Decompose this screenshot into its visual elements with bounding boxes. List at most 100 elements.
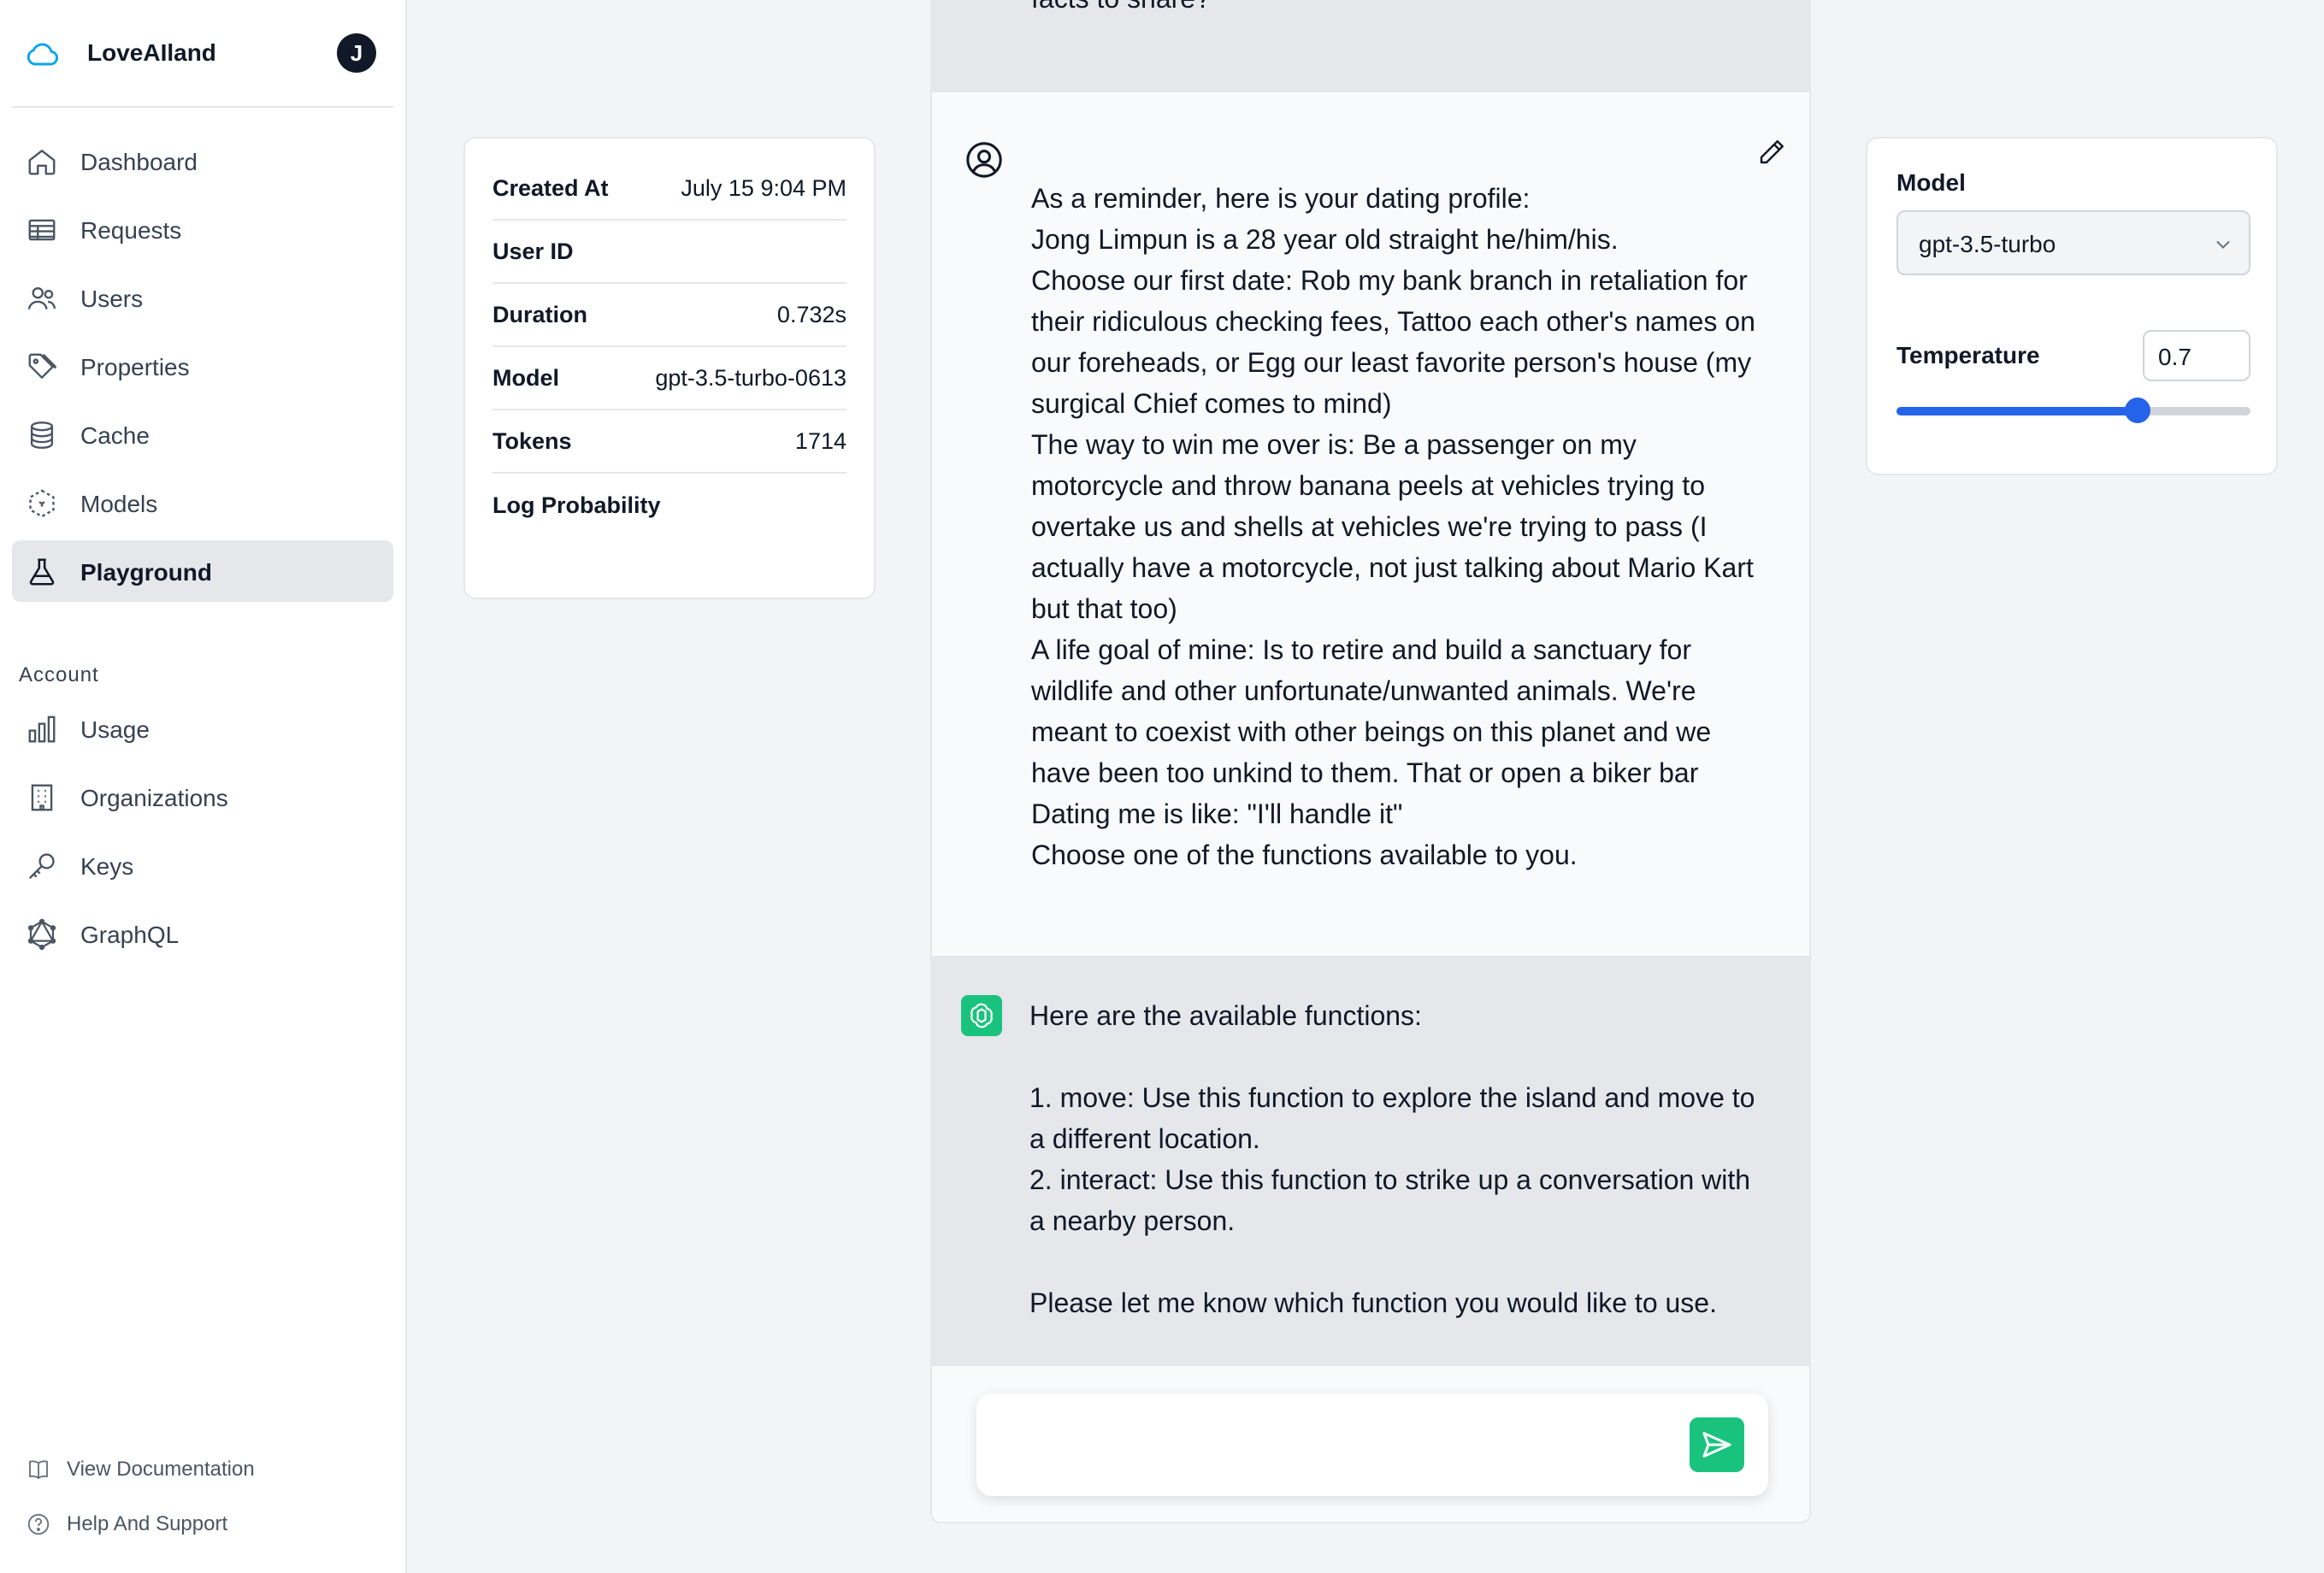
temperature-input[interactable]: 0.7 (2143, 330, 2250, 381)
message-line (1029, 1241, 1782, 1282)
message-line: As a reminder, here is your dating profi… (1031, 183, 1531, 214)
model-select-value: gpt-3.5-turbo (1919, 231, 2056, 257)
sidebar-item-organizations[interactable]: Organizations (12, 766, 393, 828)
assistant-message-body: Here are the available functions: 1. mov… (1029, 995, 1782, 1323)
graphql-icon (27, 918, 56, 951)
chevron-down-icon (2216, 240, 2230, 249)
view-documentation-label: View Documentation (67, 1458, 255, 1481)
message-line: a different location. (1029, 1123, 1260, 1154)
users-icon (27, 286, 56, 309)
info-row-log-probability: Log Probability (493, 474, 846, 537)
temperature-slider[interactable] (1896, 398, 2250, 423)
sidebar-item-keys[interactable]: Keys (12, 834, 393, 896)
info-value: 1714 (794, 427, 846, 454)
user-circle-icon (966, 142, 1002, 178)
temperature-label: Temperature (1896, 342, 2040, 368)
user-message: As a reminder, here is your dating profi… (932, 92, 1809, 956)
cloud-icon (27, 43, 58, 66)
sidebar-item-usage[interactable]: Usage (12, 698, 393, 759)
message-line (1029, 1036, 1782, 1077)
message-line: Dating me is like: "I'll handle it" (1031, 798, 1403, 829)
info-value: July 15 9:04 PM (681, 174, 846, 201)
brand-header: LoveAIland J (12, 17, 393, 92)
message-line: but that too) (1031, 593, 1177, 624)
info-row-created-at: Created At July 15 9:04 PM (493, 157, 846, 221)
message-line: meant to coexist with other beings on th… (1031, 716, 1712, 747)
sidebar-item-requests[interactable]: Requests (12, 198, 393, 260)
question-circle-icon (27, 1513, 50, 1535)
help-support-label: Help And Support (67, 1512, 228, 1535)
pencil-icon[interactable] (1756, 137, 1787, 168)
message-line: A life goal of mine: Is to retire and bu… (1031, 634, 1691, 665)
composer-area (932, 1366, 1809, 1522)
openai-logo-icon (961, 995, 1002, 1036)
help-support-link[interactable]: Help And Support (26, 1507, 227, 1541)
message-composer (976, 1393, 1768, 1496)
sidebar-item-label: Dashboard (80, 149, 198, 175)
sidebar-item-label: Playground (80, 559, 213, 586)
building-icon (31, 784, 53, 811)
model-settings-card: Model gpt-3.5-turbo Temperature 0.7 (1866, 137, 2278, 475)
slider-thumb[interactable] (2125, 398, 2150, 423)
beaker-icon (29, 558, 55, 586)
sidebar-item-label: Usage (80, 716, 150, 743)
message-line: Please let me know which function you wo… (1029, 1287, 1717, 1318)
sidebar-item-models[interactable]: Models (12, 472, 393, 533)
book-icon (29, 1460, 48, 1479)
sidebar: LoveAIland J Dashboard Requests Users Pr… (0, 0, 407, 1573)
app-root: LoveAIland J Dashboard Requests Users Pr… (0, 0, 2324, 1573)
avatar[interactable]: J (337, 33, 376, 73)
divider (12, 106, 393, 108)
sidebar-item-playground[interactable]: Playground (12, 540, 393, 602)
brand-name[interactable]: LoveAIland (87, 39, 216, 67)
sidebar-item-label: Properties (80, 354, 190, 380)
assistant-message: Here are the available functions: 1. mov… (932, 956, 1809, 1366)
info-key: User ID (493, 238, 574, 264)
sidebar-item-label: Cache (80, 422, 150, 449)
send-icon (1702, 1432, 1731, 1458)
message-line: Jong Limpun is a 28 year old straight he… (1031, 224, 1619, 255)
info-row-duration: Duration 0.732s (493, 284, 846, 347)
bar-chart-icon (28, 716, 56, 743)
info-key: Created At (493, 174, 609, 201)
message-line: Here are the available functions: (1029, 1000, 1422, 1031)
info-row-tokens: Tokens 1714 (493, 410, 846, 474)
previous-message-text: facts to share? (1031, 0, 1211, 15)
view-documentation-link[interactable]: View Documentation (26, 1452, 255, 1487)
model-select[interactable]: gpt-3.5-turbo (1896, 210, 2250, 275)
user-message-body: As a reminder, here is your dating profi… (1031, 178, 1784, 875)
send-button[interactable] (1690, 1417, 1744, 1472)
key-icon (28, 853, 55, 880)
sidebar-item-label: GraphQL (80, 922, 180, 948)
temperature-input-value: 0.7 (2158, 344, 2191, 370)
sidebar-item-graphql[interactable]: GraphQL (12, 903, 393, 964)
tag-icon (28, 353, 57, 379)
info-key: Duration (493, 301, 587, 327)
sidebar-item-cache[interactable]: Cache (12, 404, 393, 465)
request-info-card: Created At July 15 9:04 PM User ID Durat… (463, 137, 876, 599)
info-value: gpt-3.5-turbo-0613 (655, 364, 846, 391)
sidebar-item-dashboard[interactable]: Dashboard (12, 130, 393, 191)
message-line: Choose our first date: Rob my bank branc… (1031, 265, 1748, 296)
model-label: Model (1896, 169, 1966, 196)
chat-panel: facts to share? As a reminder, here is y… (930, 0, 1811, 1523)
info-row-model: Model gpt-3.5-turbo-0613 (493, 347, 846, 410)
sidebar-item-properties[interactable]: Properties (12, 335, 393, 397)
sidebar-item-label: Organizations (80, 785, 228, 811)
sidebar-item-users[interactable]: Users (12, 267, 393, 328)
sidebar-item-label: Users (80, 286, 144, 312)
info-row-user-id: User ID (493, 221, 846, 284)
account-section-label: Account (19, 663, 99, 686)
message-line: their ridiculous checking fees, Tattoo e… (1031, 306, 1755, 337)
info-value: 0.732s (776, 301, 846, 327)
info-key: Model (493, 364, 559, 391)
info-key: Log Probability (493, 492, 661, 518)
message-input[interactable] (997, 1419, 1681, 1470)
message-line: wildlife and other unfortunate/unwanted … (1031, 675, 1696, 706)
database-icon (30, 421, 54, 449)
message-line: a nearby person. (1029, 1205, 1236, 1236)
message-line: The way to win me over is: Be a passenge… (1031, 429, 1637, 460)
message-line: Choose one of the functions available to… (1031, 840, 1578, 870)
message-line: 2. interact: Use this function to strike… (1029, 1164, 1751, 1195)
message-line: motorcycle and throw banana peels at veh… (1031, 470, 1705, 501)
